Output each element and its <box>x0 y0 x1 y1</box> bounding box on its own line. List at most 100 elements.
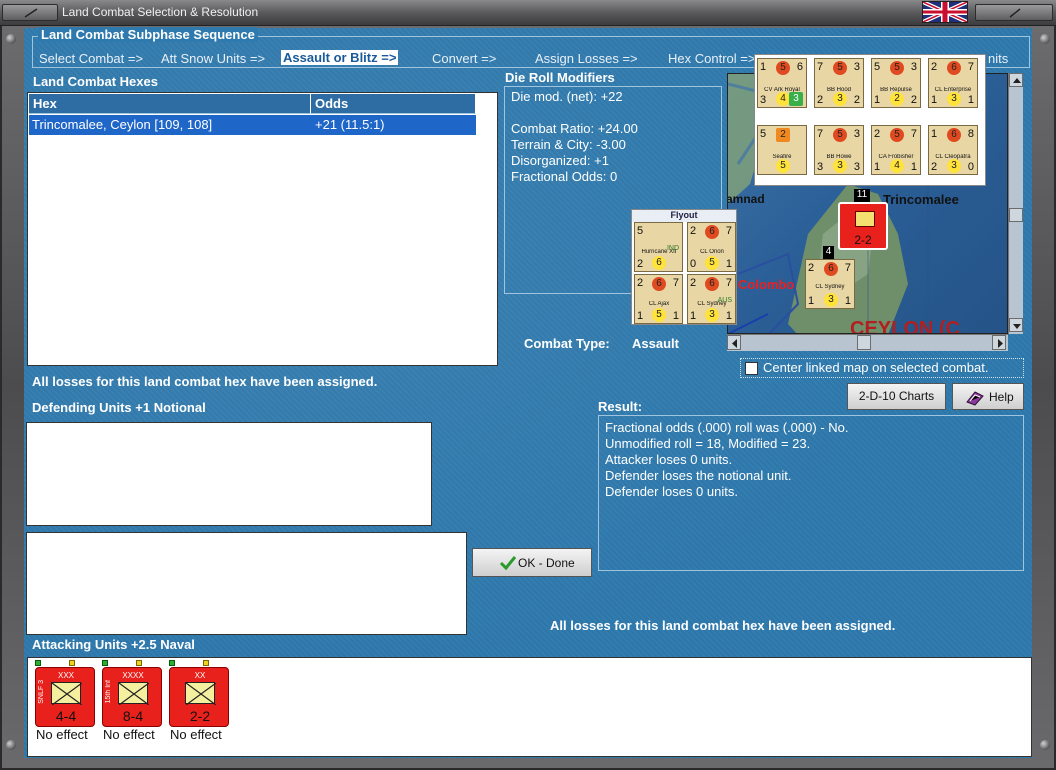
step-assault-or-blitz: Assault or Blitz => <box>281 50 399 65</box>
scroll-thumb[interactable] <box>857 335 871 350</box>
counter-value: 5 <box>760 128 767 140</box>
counter-value: 2 <box>776 128 790 142</box>
map-vertical-scrollbar[interactable] <box>1008 73 1023 334</box>
naval-counter[interactable]: 7 5 3 BB Howe 3 3 3 <box>814 125 864 175</box>
counter-value: 5 <box>833 128 847 142</box>
map-label-ceylon: CEYLON (C <box>850 318 960 334</box>
map-label-colombo: Colombo <box>738 277 795 292</box>
counter-value: 8 <box>967 128 974 140</box>
counter-name: CL Ajax <box>648 301 670 307</box>
step-units: nits <box>988 51 1009 66</box>
naval-counter[interactable]: 1 6 8 CL Cleopatra 2 3 0 <box>928 125 978 175</box>
counter-value: 4 <box>776 92 790 106</box>
flyout-counter[interactable]: 2 6 7 CL Sydney AUS 1 3 1 <box>687 274 736 324</box>
counter-value: 2 <box>910 94 917 106</box>
counter-value: 1 <box>637 310 644 322</box>
counter-value: 3 <box>853 128 860 140</box>
naval-counter[interactable]: 1 5 6 CV Ark Royal 3 4 3 <box>757 58 807 108</box>
checkmark-icon <box>499 556 517 571</box>
step-select-combat: Select Combat => <box>39 51 144 66</box>
counter-value: 5 <box>890 61 904 75</box>
counter-value: 2 <box>817 94 824 106</box>
counter-value: 1 <box>844 295 851 307</box>
hex-row[interactable]: Trincomalee, Ceylon [109, 108] +21 (11.5… <box>29 115 476 135</box>
counter-value: 1 <box>931 128 938 140</box>
counter-value: 3 <box>824 293 838 307</box>
counter-value: 6 <box>705 225 719 239</box>
scroll-up-button[interactable] <box>1009 73 1023 87</box>
result-line: Defender loses the notional unit. <box>605 468 792 483</box>
notional-units-list[interactable] <box>26 532 467 635</box>
uk-flag-icon <box>922 0 968 24</box>
rivet-decoration <box>6 740 16 750</box>
counter-value: 3 <box>705 308 719 322</box>
counter-value: 1 <box>910 161 917 173</box>
map-label-jaffna: amnad <box>727 192 765 206</box>
center-map-checkbox[interactable] <box>745 362 758 375</box>
counter-value: 3 <box>853 61 860 73</box>
naval-counter[interactable]: 5 2 Seafire 5 <box>757 125 807 175</box>
system-menu-button[interactable] <box>2 4 58 21</box>
charts-button[interactable]: 2-D-10 Charts <box>847 383 946 410</box>
hex-odds: +21 (11.5:1) <box>315 117 385 132</box>
fortress-icon <box>855 211 875 227</box>
flyout-counter[interactable]: 2 6 7 CL Orion 0 5 1 <box>687 222 736 272</box>
mod-line: Die mod. (net): +22 <box>511 89 623 104</box>
counter-value: 3 <box>833 159 847 173</box>
combat-type-value: Assault <box>632 336 679 351</box>
attacking-unit-counter[interactable]: XXXX 15th Inf 8-4 <box>102 667 162 727</box>
counter-value: 2 <box>931 61 938 73</box>
scroll-right-button[interactable] <box>992 335 1006 350</box>
close-button[interactable] <box>975 4 1053 21</box>
map-horizontal-scrollbar[interactable] <box>727 334 1008 351</box>
scroll-thumb[interactable] <box>1009 208 1023 222</box>
mod-line: Fractional Odds: 0 <box>511 169 618 184</box>
hex-list[interactable]: Hex Odds Trincomalee, Ceylon [109, 108] … <box>27 92 498 366</box>
counter-value: 2 <box>874 128 881 140</box>
counter-value: 1 <box>690 310 697 322</box>
combat-type-label: Combat Type: <box>524 336 610 351</box>
result-title: Result: <box>598 399 643 414</box>
unit-size: XXX <box>57 671 74 680</box>
counter-value: 1 <box>808 295 815 307</box>
attacking-unit-counter[interactable]: XX 2-2 <box>169 667 229 727</box>
naval-counter[interactable]: 5 5 3 BB Repulse 1 2 2 <box>871 58 921 108</box>
map-counter-cl-sydney[interactable]: 2 6 7 CL Sydney 1 3 1 <box>805 259 855 309</box>
step-hex-control: Hex Control => <box>668 51 756 66</box>
counter-value: 5 <box>874 61 881 73</box>
counter-value: 1 <box>725 310 732 322</box>
counter-value: 0 <box>690 258 697 270</box>
title-bar: Land Combat Selection & Resolution <box>0 0 1056 26</box>
scroll-left-button[interactable] <box>727 335 741 350</box>
infantry-symbol-icon <box>185 682 217 706</box>
city-defender-counter[interactable]: 2-2 <box>838 202 888 250</box>
status-led-icon <box>169 660 175 666</box>
help-button-label: Help <box>989 390 1014 404</box>
infantry-symbol-icon <box>51 682 83 706</box>
column-header-odds[interactable]: Odds <box>311 94 476 114</box>
counter-value: 1 <box>931 94 938 106</box>
naval-counter[interactable]: 2 5 7 CA Frobisher 1 4 1 <box>871 125 921 175</box>
counter-value: 7 <box>910 128 917 140</box>
counter-value: 7 <box>967 61 974 73</box>
flyout-counter[interactable]: 2 6 7 CL Ajax 1 5 1 <box>634 274 683 324</box>
help-button[interactable]: Help <box>952 383 1024 410</box>
counter-value: 5 <box>833 61 847 75</box>
defending-title: Defending Units +1 Notional <box>32 400 206 415</box>
counter-value: 5 <box>890 128 904 142</box>
column-header-hex[interactable]: Hex <box>29 94 311 114</box>
hexes-title: Land Combat Hexes <box>33 74 158 89</box>
status-led-icon <box>102 660 108 666</box>
status-led-icon <box>136 660 142 666</box>
scroll-down-button[interactable] <box>1009 318 1023 332</box>
center-map-label: Center linked map on selected combat. <box>763 360 989 375</box>
attacking-unit-counter[interactable]: XXX SNLF 3 4-4 <box>35 667 95 727</box>
naval-counter[interactable]: 7 5 3 BB Hood 2 3 2 <box>814 58 864 108</box>
map-label-trincomalee: Trincomalee <box>883 192 959 207</box>
status-led-icon <box>35 660 41 666</box>
flyout-counter[interactable]: 5 Hurricane XII IND 2 6 <box>634 222 683 272</box>
defending-units-list[interactable] <box>26 422 432 526</box>
ok-done-button[interactable]: OK - Done <box>472 548 592 577</box>
counter-value: 3 <box>817 161 824 173</box>
naval-counter[interactable]: 2 6 7 CL Enterprise 1 3 1 <box>928 58 978 108</box>
